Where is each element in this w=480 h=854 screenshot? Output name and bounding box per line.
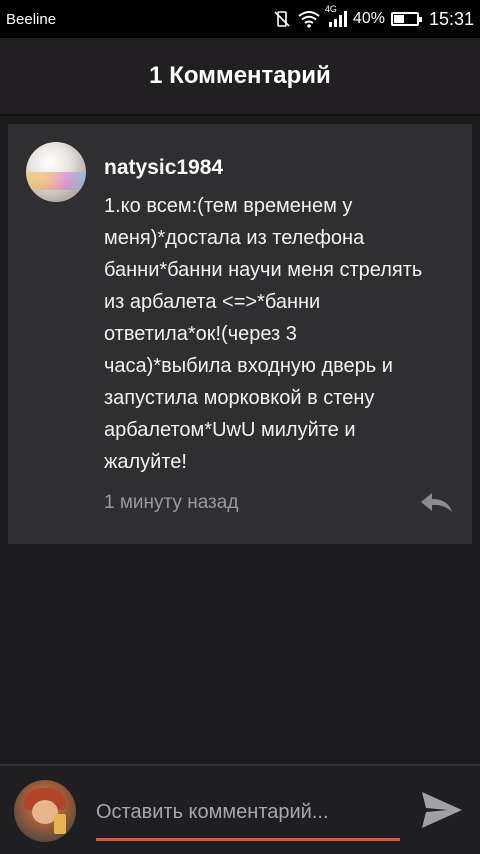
comment-timestamp: 1 минуту назад: [104, 492, 239, 513]
avatar[interactable]: [26, 142, 86, 202]
wifi-icon: [298, 11, 320, 28]
network-type: 4G: [324, 4, 337, 14]
vibrate-off-icon: [274, 11, 290, 27]
battery-percent: 40%: [352, 10, 385, 27]
page-title: 1 Комментарий: [149, 62, 331, 89]
input-underline: [96, 838, 400, 841]
comment-username[interactable]: natysic1984: [104, 156, 223, 180]
comment-composer: [0, 764, 480, 854]
comment-input[interactable]: [96, 794, 396, 830]
carrier-label: Beeline: [6, 10, 57, 28]
avatar: [14, 780, 76, 842]
comment-card: natysic1984 1.ко всем:(тем временем у ме…: [8, 124, 472, 544]
status-bar: Beeline 4G 40% 15:31: [0, 0, 480, 38]
comment-text: 1.ко всем:(тем временем у меня)*достала …: [104, 195, 423, 473]
clock: 15:31: [428, 8, 474, 29]
signal-icon: 4G: [325, 4, 347, 28]
battery-icon: [390, 12, 422, 26]
send-icon[interactable]: [420, 790, 464, 830]
header: 1 Комментарий: [0, 38, 480, 116]
status-icons: 4G 40% 15:31: [273, 4, 474, 30]
reply-icon[interactable]: [418, 490, 454, 516]
